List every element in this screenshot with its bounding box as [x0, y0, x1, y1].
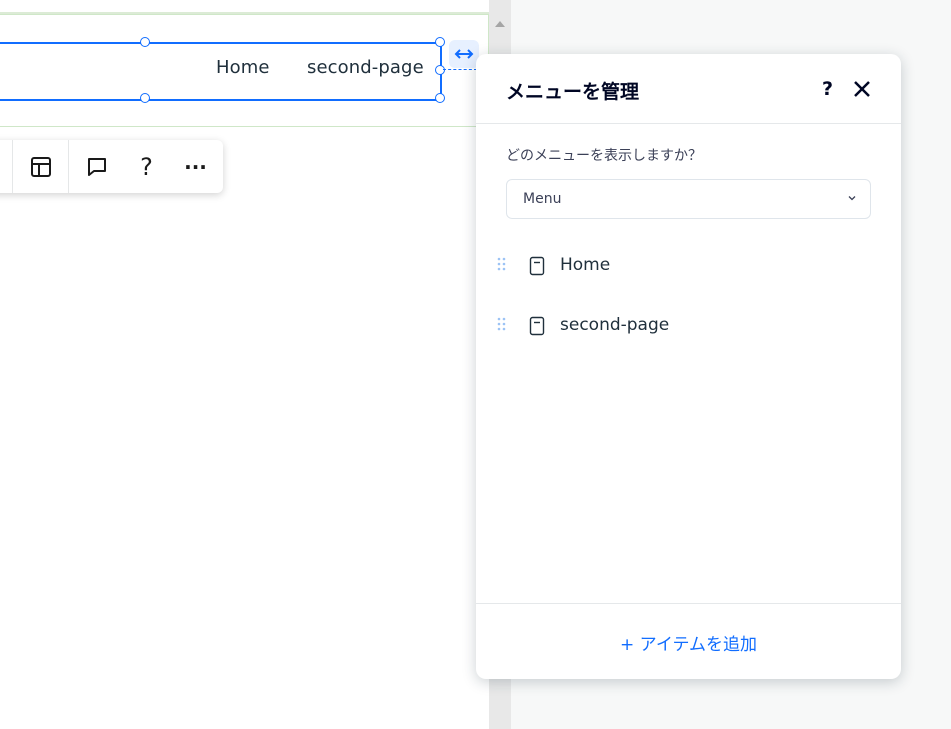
drag-handle-icon[interactable] [497, 257, 507, 271]
comment-button[interactable] [69, 140, 124, 193]
menu-item-home[interactable]: Home [216, 57, 270, 78]
panel-help-button[interactable]: ? [822, 78, 833, 100]
more-button[interactable]: ··· [169, 140, 222, 193]
editor-canvas[interactable]: Home second-page ? ··· [0, 0, 489, 729]
drag-handle-icon[interactable] [497, 317, 507, 331]
panel-footer: + アイテムを追加 [476, 603, 901, 680]
page-icon [529, 316, 545, 336]
scroll-up-arrow-icon[interactable] [495, 21, 505, 27]
layout-icon [30, 156, 51, 177]
horizontal-arrows-icon [454, 49, 474, 59]
menu-list-item-home[interactable]: Home [476, 245, 901, 285]
manage-menu-panel: メニューを管理 ? どのメニューを表示しますか？ Menu Home secon… [476, 54, 901, 679]
layout-button[interactable] [13, 140, 68, 193]
resize-handle-bottom[interactable] [140, 93, 150, 103]
help-button[interactable]: ? [124, 140, 169, 193]
resize-handle-bottom-right[interactable] [435, 93, 445, 103]
resize-handle-top-right[interactable] [435, 37, 445, 47]
page-icon [529, 256, 545, 276]
menu-list-item-label: Home [560, 255, 611, 275]
menu-list-item-second-page[interactable]: second-page [476, 305, 901, 345]
add-item-button[interactable]: + アイテムを追加 [476, 630, 901, 655]
menu-select-dropdown[interactable]: Menu [506, 179, 871, 219]
panel-title: メニューを管理 [506, 81, 640, 103]
resize-handle-top[interactable] [140, 37, 150, 47]
stretch-button[interactable] [449, 40, 479, 68]
close-icon[interactable] [852, 79, 872, 99]
dropdown-value: Menu [523, 191, 562, 207]
chevron-down-icon [848, 196, 856, 201]
stretch-guide-line [443, 69, 477, 70]
panel-header: メニューを管理 ? [476, 54, 901, 124]
resize-handle-right[interactable] [435, 65, 445, 75]
floating-toolbar: ? ··· [0, 140, 223, 193]
comment-icon [87, 157, 106, 176]
menu-list-item-label: second-page [560, 315, 670, 335]
menu-select-label: どのメニューを表示しますか？ [506, 148, 702, 164]
menu-item-second-page[interactable]: second-page [307, 57, 424, 78]
